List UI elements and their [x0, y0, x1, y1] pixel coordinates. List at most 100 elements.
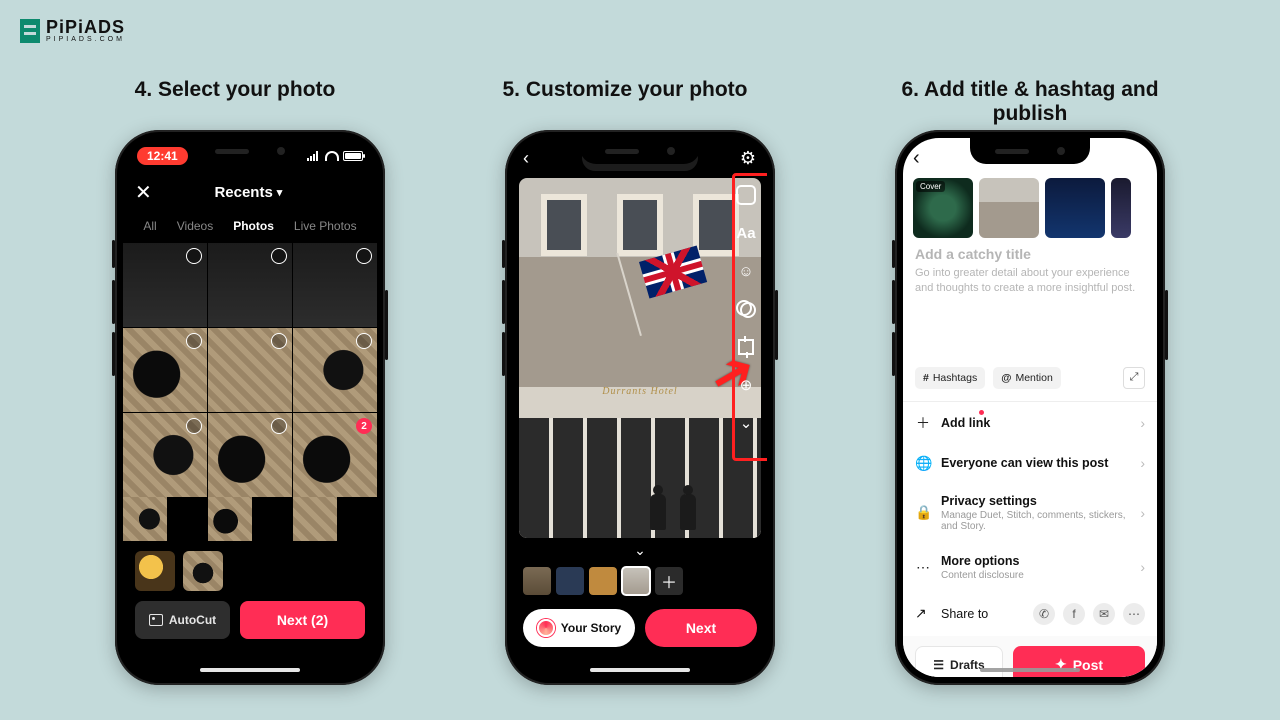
step-6-title: 6. Add title & hashtag and publish	[880, 78, 1180, 126]
select-circle-icon[interactable]	[271, 418, 287, 434]
photo-grid: 2	[123, 243, 377, 497]
autocut-button[interactable]: AutoCut	[135, 601, 230, 639]
photo-cell[interactable]	[208, 328, 292, 412]
photo-cell[interactable]	[293, 243, 377, 327]
close-icon[interactable]: ✕	[135, 180, 152, 205]
selected-thumb[interactable]	[135, 551, 175, 591]
drafts-button[interactable]: ☰ Drafts	[915, 646, 1003, 677]
select-circle-icon[interactable]	[186, 418, 202, 434]
lock-icon: 🔒	[915, 504, 931, 521]
home-indicator[interactable]	[980, 668, 1080, 672]
whatsapp-icon[interactable]: ✆	[1033, 603, 1055, 625]
messenger-icon[interactable]: ✉	[1093, 603, 1115, 625]
brand-mark-icon	[20, 19, 40, 43]
selected-photos-bar	[123, 541, 377, 601]
effects-tool-icon[interactable]	[733, 296, 759, 322]
add-photo-button[interactable]: ＋	[655, 567, 683, 595]
step-4-title: 4. Select your photo	[100, 78, 370, 126]
visibility-row[interactable]: 🌐 Everyone can view this post ›	[903, 444, 1157, 483]
autocut-icon	[149, 614, 163, 626]
selected-thumb[interactable]	[183, 551, 223, 591]
brand-domain: PIPIADS.COM	[46, 36, 125, 43]
cover-thumbs	[903, 178, 1157, 246]
photo-canvas[interactable]: Durrants Hotel ➔	[519, 178, 761, 538]
edit-toolbar: Aa ☺ ⊕ ⌄	[733, 182, 759, 436]
chevron-right-icon: ›	[1140, 415, 1145, 431]
photo-cell[interactable]: 2	[293, 413, 377, 497]
text-tool-icon[interactable]: Aa	[733, 220, 759, 246]
privacy-settings-row[interactable]: 🔒 Privacy settings Manage Duet, Stitch, …	[903, 483, 1157, 543]
back-icon[interactable]: ‹	[523, 148, 541, 169]
more-options-row[interactable]: ⋯ More options Content disclosure ›	[903, 543, 1157, 592]
select-circle-icon[interactable]	[356, 248, 372, 264]
collapse-strip-icon[interactable]: ⌄	[513, 538, 767, 563]
tab-all[interactable]: All	[143, 219, 156, 233]
your-story-button[interactable]: Your Story	[523, 609, 635, 647]
strip-thumb[interactable]	[523, 567, 551, 595]
mention-chip[interactable]: @Mention	[993, 367, 1061, 389]
brand-name: PiPiADS	[46, 18, 125, 36]
battery-icon	[343, 151, 363, 161]
screen-customize-photo: ‹ ♪ Walking Aro… ✕ ⚙ Aa ☺ ⊕ ⌄	[513, 138, 767, 677]
chevron-right-icon: ›	[1140, 455, 1145, 471]
add-photo-tool-icon[interactable]: ⊕	[733, 372, 759, 398]
photo-cell[interactable]	[123, 413, 207, 497]
tab-videos[interactable]: Videos	[177, 219, 213, 233]
gear-icon[interactable]: ⚙	[739, 148, 757, 169]
add-link-row[interactable]: ＋ Add link ›	[903, 402, 1157, 444]
sticker-tool-icon[interactable]: ☺	[733, 258, 759, 284]
next-button[interactable]: Next (2)	[240, 601, 365, 639]
privacy-sub: Manage Duet, Stitch, comments, stickers,…	[941, 510, 1130, 532]
hashtags-chip[interactable]: #Hashtags	[915, 367, 985, 389]
plus-icon: ＋	[915, 413, 931, 433]
expand-editor-icon[interactable]: ⤢	[1123, 367, 1145, 389]
screen-publish: ‹ Add a catchy title Go into greater det…	[903, 138, 1157, 677]
back-icon[interactable]: ‹	[913, 147, 920, 170]
description-input[interactable]: Go into greater detail about your experi…	[903, 262, 1157, 297]
next-label: Next	[686, 620, 716, 636]
phone-notch	[970, 138, 1090, 164]
photo-cell[interactable]	[293, 328, 377, 412]
photo-cell[interactable]	[208, 243, 292, 327]
tab-photos[interactable]: Photos	[233, 219, 274, 233]
album-selector[interactable]: Recents ▾	[214, 184, 282, 201]
photo-cell[interactable]	[123, 328, 207, 412]
next-button[interactable]: Next	[645, 609, 757, 647]
select-circle-icon[interactable]	[271, 248, 287, 264]
select-circle-icon[interactable]	[186, 248, 202, 264]
expand-toolbar-icon[interactable]: ⌄	[733, 410, 759, 436]
post-button[interactable]: ✦ Post	[1013, 646, 1145, 677]
phone-notch	[190, 138, 310, 164]
crop-tool-icon[interactable]	[733, 334, 759, 360]
select-circle-icon[interactable]	[271, 333, 287, 349]
wifi-icon	[325, 151, 339, 161]
more-share-icon[interactable]: ⋯	[1123, 603, 1145, 625]
more-icon: ⋯	[915, 559, 931, 576]
post-thumb[interactable]	[1045, 178, 1105, 238]
select-circle-icon[interactable]	[186, 333, 202, 349]
brand-logo: PiPiADS PIPIADS.COM	[20, 18, 125, 43]
cover-thumb[interactable]	[913, 178, 973, 238]
facebook-icon[interactable]: f	[1063, 603, 1085, 625]
home-indicator[interactable]	[590, 668, 690, 672]
privacy-label: Privacy settings	[941, 494, 1037, 508]
strip-thumb[interactable]	[589, 567, 617, 595]
select-circle-icon[interactable]	[356, 333, 372, 349]
tab-live-photos[interactable]: Live Photos	[294, 219, 357, 233]
home-indicator[interactable]	[200, 668, 300, 672]
post-thumb[interactable]	[1111, 178, 1131, 238]
photo-cell[interactable]	[123, 243, 207, 327]
step-5-title: 5. Customize your photo	[490, 78, 760, 126]
share-icon: ↗	[915, 605, 931, 622]
post-thumb[interactable]	[979, 178, 1039, 238]
frame-tool-icon[interactable]	[733, 182, 759, 208]
photo-cell[interactable]	[123, 497, 167, 541]
strip-thumb-selected[interactable]	[622, 567, 650, 595]
next-label: Next (2)	[277, 612, 328, 628]
title-input[interactable]: Add a catchy title	[903, 246, 1157, 262]
photo-cell[interactable]	[208, 497, 252, 541]
selection-badge[interactable]: 2	[356, 418, 372, 434]
strip-thumb[interactable]	[556, 567, 584, 595]
photo-cell[interactable]	[208, 413, 292, 497]
photo-cell[interactable]	[293, 497, 337, 541]
